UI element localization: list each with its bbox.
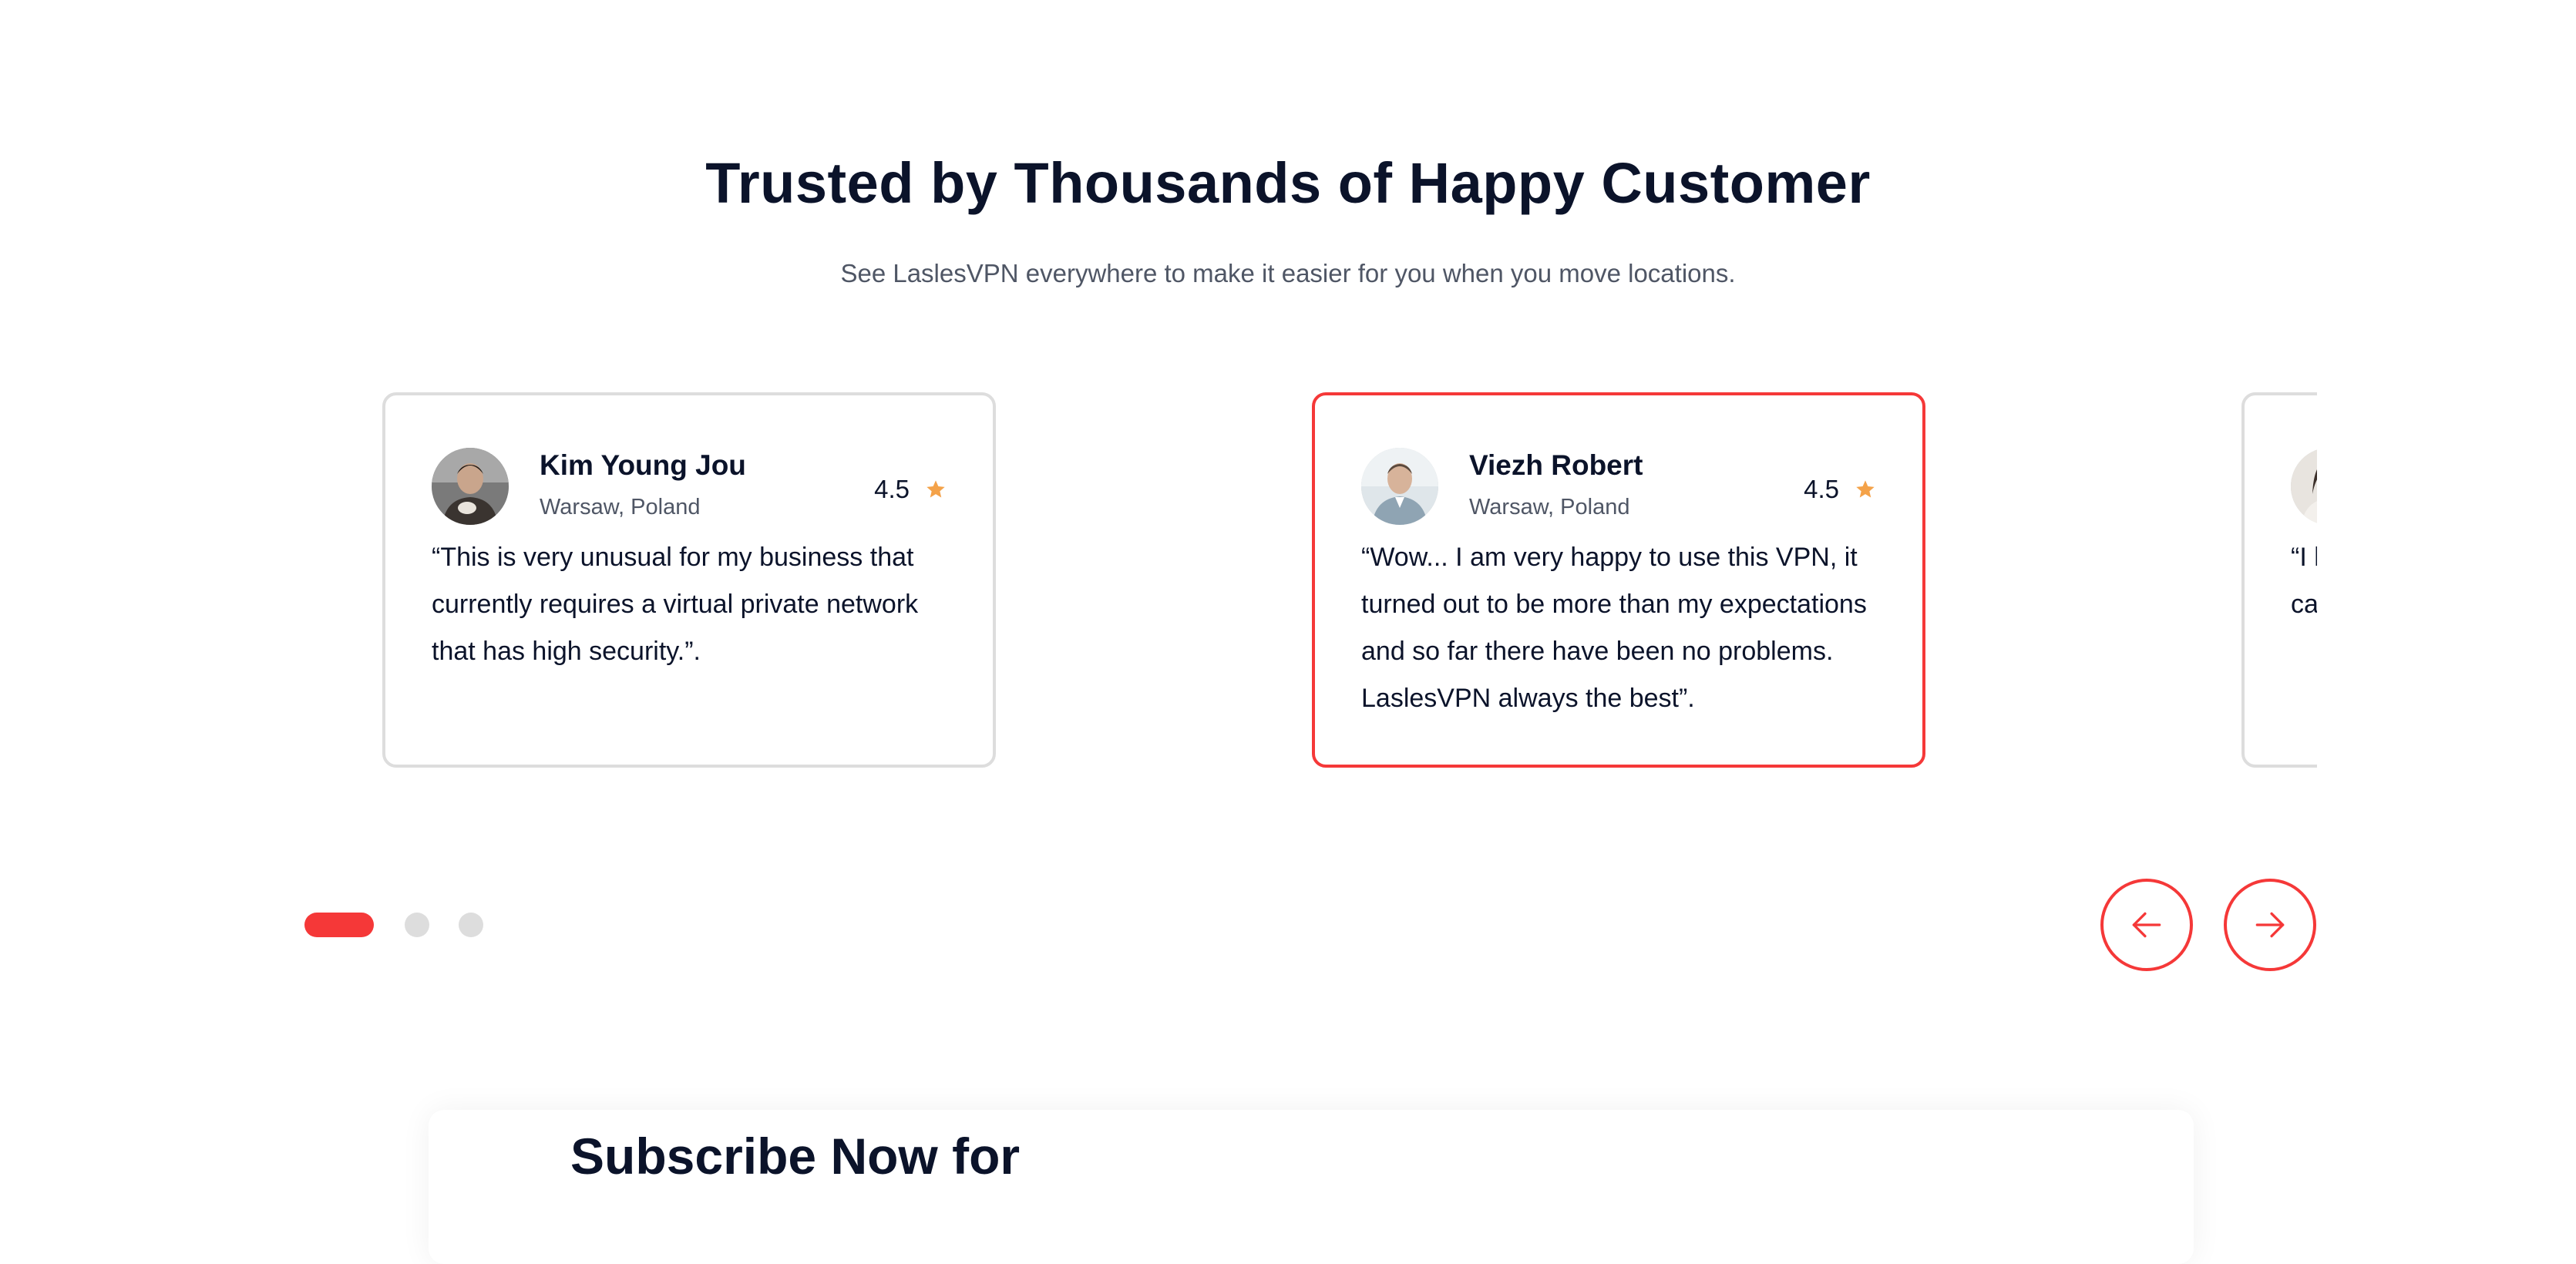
testimonial-card-active: Viezh Robert Warsaw, Poland 4.5 “Wow... … [1312, 392, 1925, 768]
pagination-dot[interactable] [405, 913, 429, 937]
review-text: “This is very unusual for my business th… [432, 543, 919, 666]
avatar [432, 448, 509, 525]
testimonial-card: Kim Young Jou Warsaw, Poland 4.5 “This i… [382, 392, 996, 768]
pagination-dot-active[interactable] [304, 913, 374, 937]
section-subtitle: See LaslesVPN everywhere to make it easi… [840, 259, 1736, 287]
rating-value: 4.5 [874, 475, 910, 503]
rating-value: 4.5 [1804, 475, 1839, 503]
next-button[interactable] [2224, 879, 2316, 971]
previous-button[interactable] [2100, 879, 2193, 971]
arrow-right-icon [2255, 912, 2285, 938]
avatar [1361, 448, 1438, 525]
review-text: “Wow... I am very happy to use this VPN,… [1361, 543, 1867, 713]
reviewer-name: Kim Young Jou [540, 449, 746, 481]
reviewer-location: Warsaw, Poland [1469, 495, 1630, 519]
pagination-dot[interactable] [459, 913, 483, 937]
section-title: Trusted by Thousands of Happy Customer [705, 151, 1871, 215]
subscribe-title: Subscribe Now for [570, 1128, 1021, 1185]
star-icon [926, 480, 945, 498]
rating: 4.5 [874, 475, 947, 504]
testimonial-card: “I l ca [2241, 392, 2317, 768]
testimonial-carousel: Kim Young Jou Warsaw, Poland 4.5 “This i… [381, 389, 2317, 775]
rating: 4.5 [1804, 475, 1876, 504]
avatar [2291, 448, 2317, 525]
reviewer-location: Warsaw, Poland [540, 495, 701, 519]
star-icon [1856, 480, 1875, 498]
reviewer-name: Viezh Robert [1469, 449, 1643, 481]
review-text: “I l ca [2291, 543, 2317, 619]
arrow-left-icon [2132, 912, 2161, 938]
